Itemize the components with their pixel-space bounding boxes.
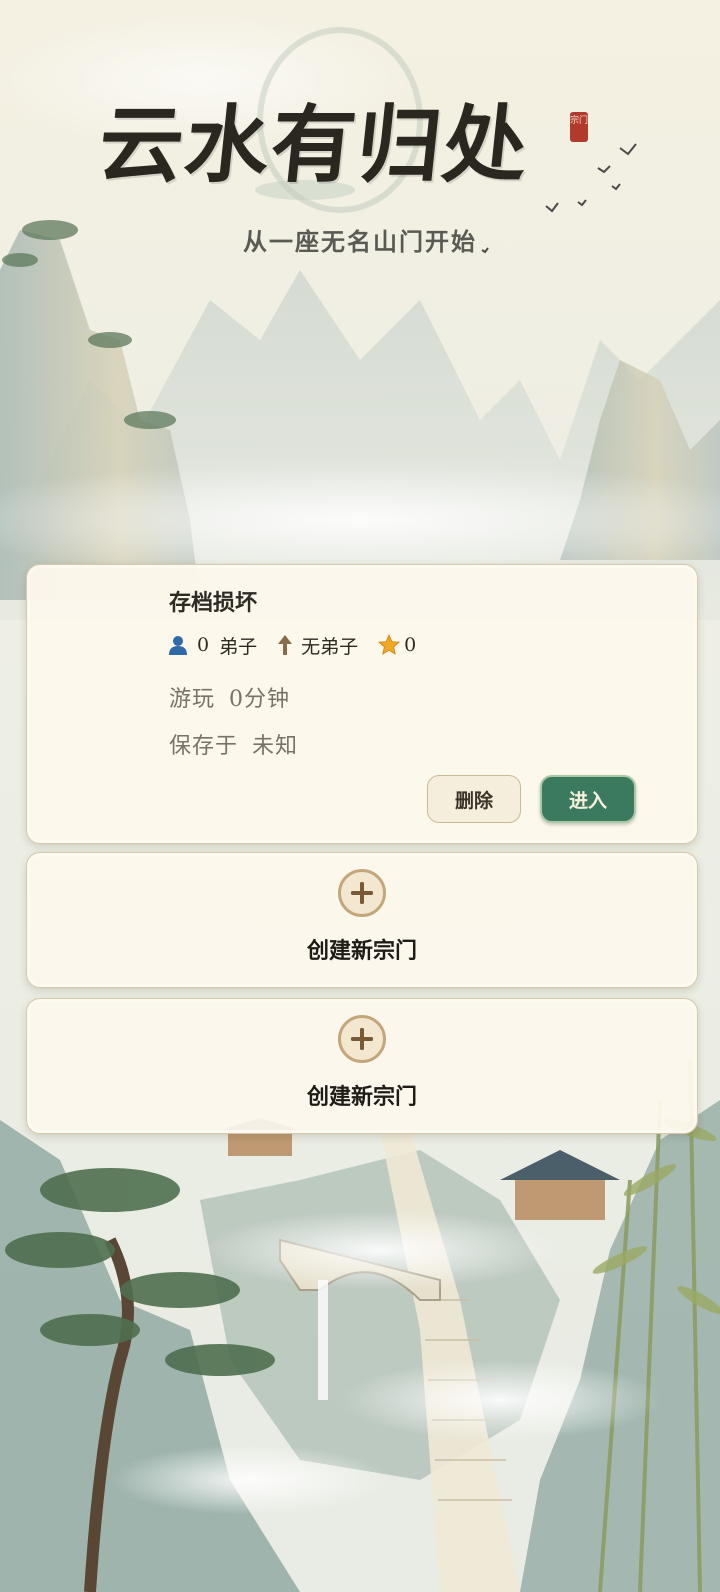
seal-stamp: 宗门	[570, 112, 588, 142]
playtime-label: 游玩	[169, 687, 216, 712]
plus-icon[interactable]	[338, 1015, 386, 1063]
delete-button[interactable]: 删除	[427, 775, 521, 823]
disciple-count: 0	[197, 634, 210, 656]
create-sect-label: 创建新宗门	[306, 938, 417, 964]
saved-label: 保存于	[169, 734, 239, 759]
star-icon	[378, 634, 401, 655]
save-stats: 0 弟子 无弟子 0	[167, 631, 436, 659]
playtime-value: 0分钟	[229, 687, 291, 712]
saved-at-line: 保存于 未知	[169, 728, 298, 760]
star-count: 0	[404, 634, 417, 656]
create-sect-label: 创建新宗门	[306, 1084, 417, 1110]
rank-stat: 无弟子	[277, 632, 358, 659]
create-sect-slot-1[interactable]: 创建新宗门	[26, 852, 698, 988]
save-name: 存档损坏	[169, 590, 258, 616]
title-area: 云水有归处 宗门 从一座无名山门开始	[0, 60, 720, 260]
disciple-label: 弟子	[219, 635, 258, 658]
person-icon	[169, 636, 187, 655]
create-sect-slot-2[interactable]: 创建新宗门	[26, 998, 698, 1134]
star-stat: 0	[378, 634, 416, 656]
saved-value: 未知	[252, 734, 299, 759]
disciple-stat: 0 弟子	[167, 632, 257, 659]
plus-icon[interactable]	[338, 869, 386, 917]
playtime-line: 游玩 0分钟	[169, 681, 290, 713]
enter-button[interactable]: 进入	[540, 775, 636, 823]
game-title: 云水有归处	[94, 95, 535, 194]
save-slot-card[interactable]: 存档损坏 0 弟子 无弟子 0 游玩 0分钟 保存于 未知 删除 进入	[26, 564, 698, 844]
rank-label: 无弟子	[301, 635, 359, 658]
up-arrow-icon	[278, 635, 293, 655]
game-subtitle: 从一座无名山门开始	[243, 227, 477, 256]
